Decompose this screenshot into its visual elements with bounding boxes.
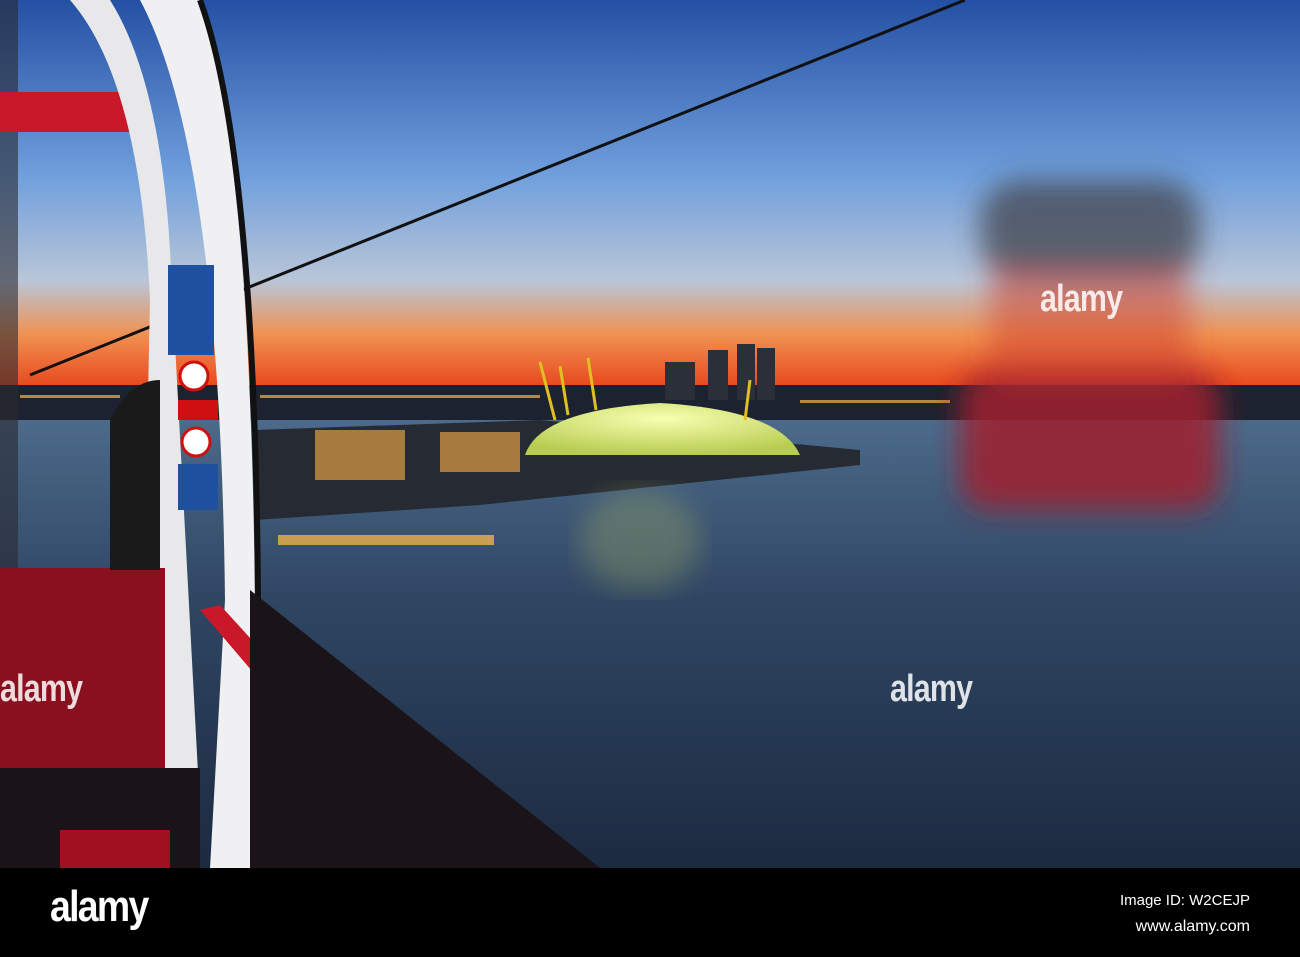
photo-stage: alamy alamy alamy alamy Image ID: W2CEJP… xyxy=(0,0,1300,957)
image-id: Image ID: W2CEJP xyxy=(1119,892,1250,909)
red-handrail-top xyxy=(0,92,140,132)
dome-reflection xyxy=(580,490,700,590)
site-url: www.alamy.com xyxy=(1135,918,1250,935)
alamy-logo: alamy xyxy=(50,882,149,931)
footer-bar: alamy Image ID: W2CEJP www.alamy.com xyxy=(0,868,1300,957)
watermark: alamy xyxy=(890,668,973,710)
passenger-silhouette xyxy=(110,380,160,570)
watermark: alamy xyxy=(0,668,83,710)
watermark: alamy xyxy=(1040,278,1123,320)
blurred-gondola xyxy=(960,180,1220,510)
cable-car-photo xyxy=(0,0,1300,868)
pier xyxy=(278,535,494,545)
